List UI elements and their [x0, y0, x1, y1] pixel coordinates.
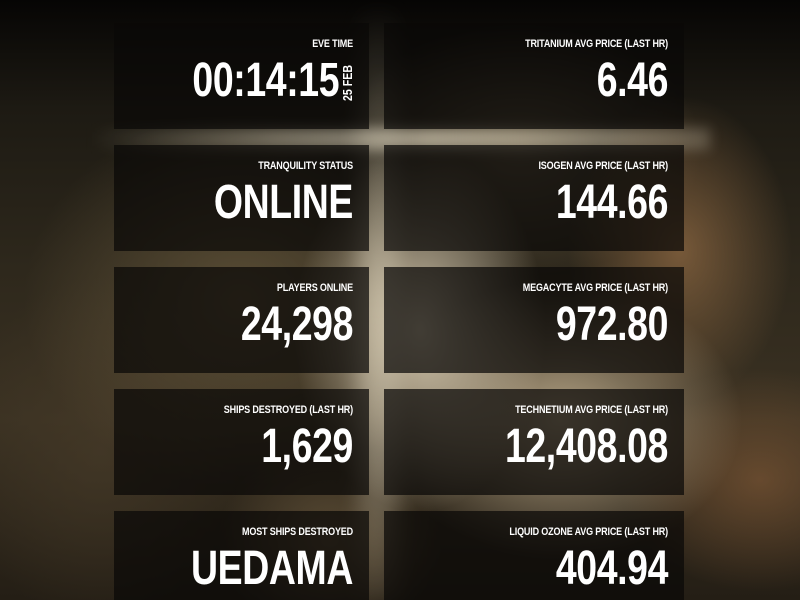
- isogen-price-panel: ISOGEN AVG PRICE (LAST HR) 144.66: [384, 145, 684, 251]
- most-ships-destroyed-panel: MOST SHIPS DESTROYED UEDAMA: [114, 511, 369, 600]
- tritanium-price-value: 6.46: [596, 54, 669, 107]
- ships-destroyed-value: 1,629: [261, 420, 353, 473]
- eve-time-label: EVE TIME: [312, 38, 353, 50]
- ships-destroyed-label: SHIPS DESTROYED (LAST HR): [223, 404, 353, 416]
- eve-date-value: 25 FEB: [340, 64, 355, 102]
- liquid-ozone-price-label: LIQUID OZONE AVG PRICE (LAST HR): [509, 526, 668, 538]
- tritanium-price-panel: TRITANIUM AVG PRICE (LAST HR) 6.46: [384, 23, 684, 129]
- megacyte-price-label: MEGACYTE AVG PRICE (LAST HR): [522, 282, 668, 294]
- technetium-price-value: 12,408.08: [504, 420, 668, 473]
- players-online-panel: PLAYERS ONLINE 24,298: [114, 267, 369, 373]
- technetium-price-panel: TECHNETIUM AVG PRICE (LAST HR) 12,408.08: [384, 389, 684, 495]
- most-ships-destroyed-label: MOST SHIPS DESTROYED: [242, 526, 353, 538]
- players-online-value: 24,298: [240, 298, 354, 351]
- eve-time-panel: EVE TIME 00:14:15 25 FEB: [114, 23, 369, 129]
- ships-destroyed-panel: SHIPS DESTROYED (LAST HR) 1,629: [114, 389, 369, 495]
- tranquility-status-panel: TRANQUILITY STATUS ONLINE: [114, 145, 369, 251]
- tranquility-status-value: ONLINE: [213, 176, 353, 229]
- megacyte-price-value: 972.80: [555, 298, 669, 351]
- liquid-ozone-price-value: 404.94: [555, 542, 669, 595]
- eve-time-row: 00:14:15 25 FEB: [114, 54, 355, 107]
- eve-time-value: 00:14:15: [192, 54, 339, 107]
- isogen-price-label: ISOGEN AVG PRICE (LAST HR): [538, 160, 668, 172]
- liquid-ozone-price-panel: LIQUID OZONE AVG PRICE (LAST HR) 404.94: [384, 511, 684, 600]
- megacyte-price-panel: MEGACYTE AVG PRICE (LAST HR) 972.80: [384, 267, 684, 373]
- tranquility-status-label: TRANQUILITY STATUS: [258, 160, 353, 172]
- most-ships-destroyed-value: UEDAMA: [191, 542, 353, 595]
- isogen-price-value: 144.66: [555, 176, 669, 229]
- tritanium-price-label: TRITANIUM AVG PRICE (LAST HR): [525, 38, 668, 50]
- players-online-label: PLAYERS ONLINE: [276, 282, 353, 294]
- technetium-price-label: TECHNETIUM AVG PRICE (LAST HR): [515, 404, 668, 416]
